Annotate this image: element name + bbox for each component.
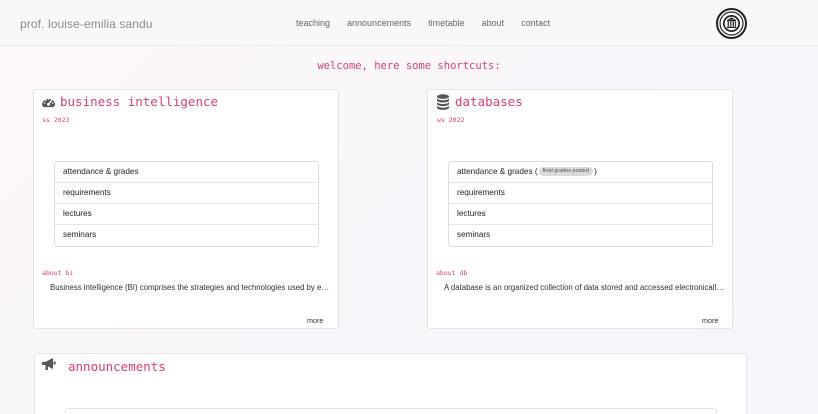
nav-link-contact[interactable]: contact bbox=[521, 18, 550, 28]
list-item-lectures[interactable]: lectures bbox=[55, 204, 318, 225]
welcome-heading: welcome, here some shortcuts: bbox=[317, 60, 501, 72]
announcements-list bbox=[65, 408, 717, 414]
nav-links: teaching announcements timetable about c… bbox=[296, 18, 567, 28]
seal-icon bbox=[719, 11, 744, 36]
nav-link-about[interactable]: about bbox=[482, 18, 505, 28]
about-text: A database is an organized collection of… bbox=[444, 283, 726, 292]
list-item-requirements[interactable]: requirements bbox=[55, 183, 318, 204]
final-grades-badge: final grades posted bbox=[538, 167, 594, 177]
list-item-attendance[interactable]: attendance & grades (final grades posted… bbox=[449, 162, 712, 183]
course-title[interactable]: business intelligence bbox=[60, 94, 218, 109]
about-label: about bi bbox=[42, 269, 74, 277]
list-item-seminars[interactable]: seminars bbox=[55, 225, 318, 246]
about-label: about db bbox=[436, 269, 468, 277]
more-link[interactable]: more bbox=[702, 316, 718, 325]
card-title: databases bbox=[436, 94, 523, 110]
list-item-requirements[interactable]: requirements bbox=[449, 183, 712, 204]
database-icon bbox=[436, 94, 451, 110]
site-brand[interactable]: prof. louise-emilia sandu bbox=[20, 17, 153, 31]
course-links-list: attendance & grades (final grades posted… bbox=[448, 161, 713, 247]
more-link[interactable]: more bbox=[307, 316, 323, 325]
university-seal-logo[interactable] bbox=[716, 8, 747, 39]
about-text: Business intelligence (BI) comprises the… bbox=[50, 283, 332, 292]
list-item-lectures[interactable]: lectures bbox=[449, 204, 712, 225]
dashboard-icon bbox=[41, 94, 56, 109]
course-card-bi: business intelligence ss 2023 attendance… bbox=[33, 89, 339, 329]
announcements-heading: announcements bbox=[68, 359, 166, 374]
list-item-label: attendance & grades bbox=[457, 167, 533, 176]
semester-label: ss 2023 bbox=[42, 116, 70, 124]
nav-link-teaching[interactable]: teaching bbox=[296, 18, 330, 28]
card-title: business intelligence bbox=[41, 94, 218, 109]
navbar: prof. louise-emilia sandu teaching annou… bbox=[0, 0, 818, 46]
list-item-attendance[interactable]: attendance & grades bbox=[55, 162, 318, 183]
list-item-seminars[interactable]: seminars bbox=[449, 225, 712, 246]
megaphone-icon bbox=[41, 357, 57, 376]
course-links-list: attendance & grades requirements lecture… bbox=[54, 161, 319, 247]
nav-link-announcements[interactable]: announcements bbox=[347, 18, 411, 28]
nav-link-timetable[interactable]: timetable bbox=[428, 18, 465, 28]
semester-label: ws 2022 bbox=[437, 116, 465, 124]
announcements-title: announcements bbox=[41, 357, 166, 376]
announcements-card: announcements bbox=[34, 353, 747, 414]
course-title[interactable]: databases bbox=[455, 94, 523, 109]
course-card-db: databases ws 2022 attendance & grades (f… bbox=[427, 89, 733, 329]
